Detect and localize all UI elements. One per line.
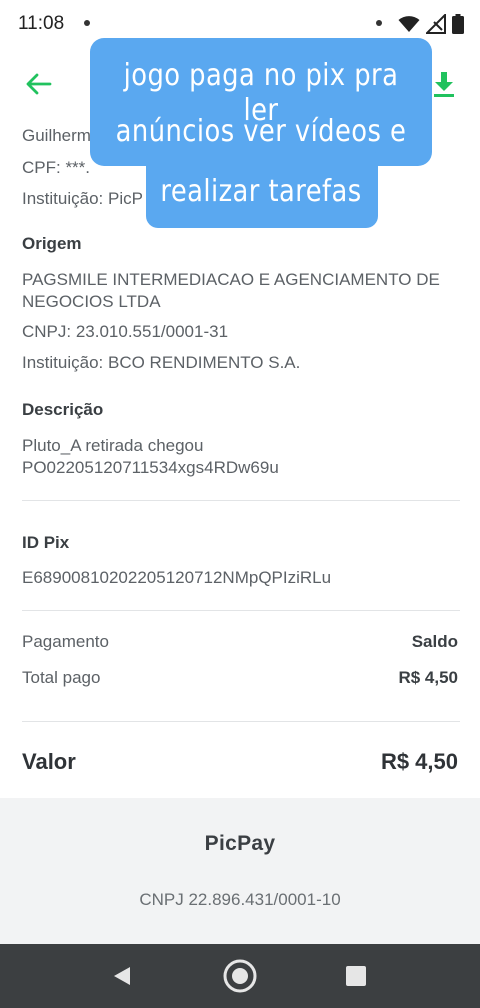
total-pago-value: R$ 4,50 bbox=[398, 668, 458, 687]
origem-instituicao: Instituição: BCO RENDIMENTO S.A. bbox=[22, 353, 301, 372]
receipt-footer: PicPay CNPJ 22.896.431/0001-10 bbox=[0, 798, 480, 944]
notification-dot-icon bbox=[376, 20, 382, 26]
destino-name: Guilherm bbox=[22, 126, 91, 145]
overlay-caption: jogo paga no pix pra ler anúncios ver ví… bbox=[90, 38, 432, 228]
pagamento-value: Saldo bbox=[411, 632, 458, 651]
origem-name-line2: NEGOCIOS LTDA bbox=[22, 292, 161, 311]
origem-heading: Origem bbox=[22, 234, 82, 253]
valor-label: Valor bbox=[22, 749, 76, 774]
status-time: 11:08 bbox=[18, 13, 65, 34]
picpay-logo: PicPay bbox=[204, 832, 276, 855]
system-nav-bar bbox=[0, 944, 480, 1008]
destino-cpf: CPF: ***. bbox=[22, 158, 91, 177]
nav-home-icon[interactable] bbox=[222, 958, 258, 994]
wifi-icon bbox=[398, 16, 420, 32]
id-pix-heading: ID Pix bbox=[22, 533, 70, 552]
status-icons bbox=[398, 13, 464, 35]
caption-line2: anúncios ver vídeos e bbox=[115, 114, 407, 149]
id-pix-value: E68900810202205120712NMpQPIziRLu bbox=[22, 568, 332, 587]
valor-value: R$ 4,50 bbox=[380, 749, 458, 774]
caption-line3: realizar tarefas bbox=[160, 174, 362, 209]
footer-cnpj: CNPJ 22.896.431/0001-10 bbox=[139, 890, 341, 909]
descricao-line2: PO02205120711534xgs4RDw69u bbox=[22, 458, 279, 477]
divider bbox=[22, 500, 460, 501]
divider bbox=[22, 610, 460, 611]
descricao-line1: Pluto_A retirada chegou bbox=[22, 436, 204, 455]
battery-icon bbox=[452, 14, 464, 34]
back-arrow-icon[interactable] bbox=[24, 70, 52, 98]
descricao-heading: Descrição bbox=[22, 400, 104, 419]
nav-recents-icon[interactable] bbox=[338, 958, 374, 994]
notification-dot-icon bbox=[84, 20, 90, 26]
total-pago-label: Total pago bbox=[22, 668, 101, 687]
pagamento-label: Pagamento bbox=[22, 632, 109, 651]
nav-back-icon[interactable] bbox=[104, 958, 140, 994]
signal-icon bbox=[426, 14, 446, 34]
origem-name-line1: PAGSMILE INTERMEDIACAO E AGENCIAMENTO DE bbox=[22, 270, 440, 289]
download-icon[interactable] bbox=[428, 68, 460, 100]
divider bbox=[22, 721, 460, 722]
origem-cnpj: CNPJ: 23.010.551/0001-31 bbox=[22, 322, 229, 341]
